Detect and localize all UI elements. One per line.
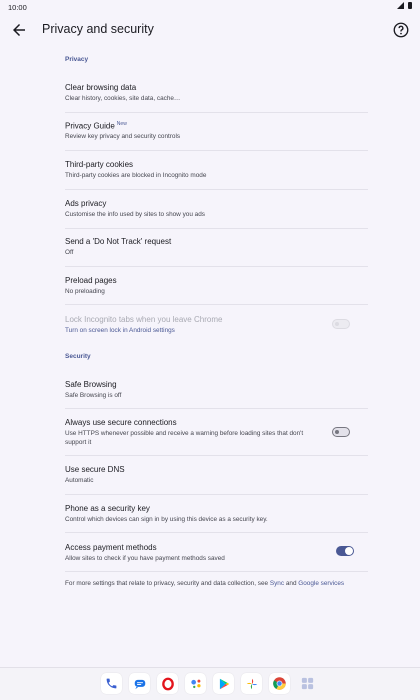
row-subtitle: Clear history, cookies, site data, cache… [65, 95, 181, 102]
row-subtitle: Control which devices can sign in by usi… [65, 516, 268, 523]
lock-incognito-toggle [332, 319, 350, 329]
third-party-cookies-item[interactable]: Third-party cookies Third-party cookies … [0, 155, 420, 189]
section-header-security: Security [65, 353, 91, 360]
assistant-icon[interactable] [185, 673, 206, 694]
row-title: Privacy Guide New [65, 121, 127, 131]
help-icon[interactable] [392, 21, 410, 39]
chrome-icon[interactable] [269, 673, 290, 694]
battery-icon [408, 2, 412, 9]
divider [65, 266, 368, 267]
row-title: Ads privacy [65, 199, 107, 208]
signal-icon [397, 2, 404, 9]
row-title: Preload pages [65, 276, 117, 285]
clear-browsing-data-item[interactable]: Clear browsing data Clear history, cooki… [0, 78, 420, 112]
status-bar: 10:00 [0, 0, 420, 14]
row-subtitle: Automatic [65, 477, 94, 484]
app-bar: Privacy and security [0, 14, 420, 46]
row-subtitle: Use HTTPS whenever possible and receive … [65, 430, 304, 446]
row-title: Safe Browsing [65, 380, 117, 389]
divider [65, 189, 368, 190]
toggle-knob [335, 430, 339, 434]
divider [65, 304, 368, 305]
phone-security-key-item[interactable]: Phone as a security key Control which de… [0, 499, 420, 533]
row-title: Third-party cookies [65, 160, 134, 169]
privacy-guide-item[interactable]: Privacy Guide New Review key privacy and … [0, 116, 420, 150]
divider [65, 532, 368, 533]
row-title: Use secure DNS [65, 465, 125, 474]
toggle-knob [335, 322, 339, 326]
back-arrow-icon[interactable] [10, 21, 28, 39]
divider [65, 494, 368, 495]
access-payment-methods-item[interactable]: Access payment methods Allow sites to ch… [0, 538, 420, 572]
do-not-track-item[interactable]: Send a 'Do Not Track' request Off [0, 232, 420, 266]
divider [65, 228, 368, 229]
toggle-knob [345, 547, 353, 555]
footer-and: and [284, 580, 299, 587]
page-title: Privacy and security [42, 22, 154, 36]
row-subtitle: Off [65, 249, 74, 256]
row-title: Phone as a security key [65, 504, 150, 513]
phone-icon[interactable] [101, 673, 122, 694]
preload-pages-item[interactable]: Preload pages No preloading [0, 271, 420, 305]
footer-text-body: For more settings that relate to privacy… [65, 580, 270, 587]
play-store-icon[interactable] [213, 673, 234, 694]
divider [65, 408, 368, 409]
messages-icon[interactable] [129, 673, 150, 694]
payment-methods-toggle[interactable] [336, 546, 354, 556]
opera-icon[interactable] [157, 673, 178, 694]
row-title-text: Privacy Guide [65, 121, 115, 131]
row-title: Lock Incognito tabs when you leave Chrom… [65, 315, 223, 324]
row-title: Clear browsing data [65, 83, 137, 92]
row-subtitle: Safe Browsing is off [65, 392, 122, 399]
row-subtitle: No preloading [65, 288, 105, 295]
ads-privacy-item[interactable]: Ads privacy Customise the info used by s… [0, 194, 420, 228]
row-subtitle: Third-party cookies are blocked in Incog… [65, 172, 207, 179]
row-title: Access payment methods [65, 543, 157, 552]
row-subtitle: Customise the info used by sites to show… [65, 211, 205, 218]
row-title: Send a 'Do Not Track' request [65, 237, 172, 246]
row-subtitle: Review key privacy and security controls [65, 133, 181, 140]
photos-icon[interactable] [241, 673, 262, 694]
divider [65, 112, 368, 113]
new-badge: New [116, 121, 127, 127]
google-services-link[interactable]: Google services [298, 580, 344, 587]
apps-grid-icon[interactable] [297, 673, 318, 694]
secure-dns-item[interactable]: Use secure DNS Automatic [0, 460, 420, 494]
row-title: Always use secure connections [65, 418, 177, 427]
secure-connections-toggle[interactable] [332, 427, 350, 437]
divider [65, 150, 368, 151]
divider [65, 571, 368, 572]
status-icons [397, 2, 412, 9]
secure-connections-item[interactable]: Always use secure connections Use HTTPS … [0, 413, 420, 453]
status-time: 10:00 [8, 3, 27, 12]
row-subtitle: Allow sites to check if you have payment… [65, 555, 225, 562]
section-header-privacy: Privacy [65, 56, 89, 63]
screen-lock-settings-link[interactable]: Turn on screen lock in Android settings [65, 326, 325, 335]
lock-incognito-tabs-item: Lock Incognito tabs when you leave Chrom… [0, 310, 420, 344]
sync-link[interactable]: Sync [270, 580, 284, 587]
divider [65, 455, 368, 456]
safe-browsing-item[interactable]: Safe Browsing Safe Browsing is off [0, 375, 420, 409]
dock-icons [101, 673, 318, 694]
footer-text: For more settings that relate to privacy… [65, 579, 365, 588]
